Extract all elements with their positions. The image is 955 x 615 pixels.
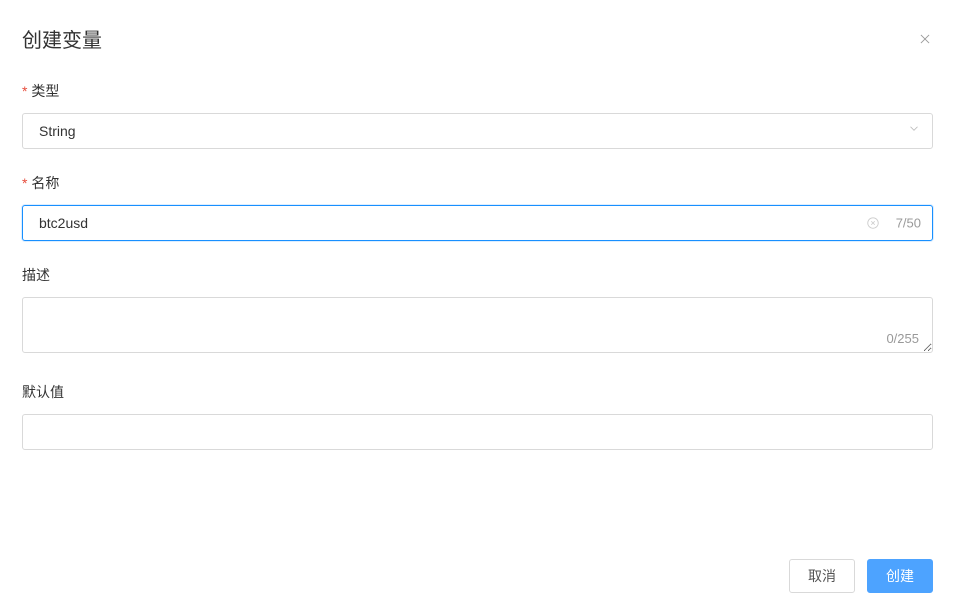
name-input[interactable] bbox=[22, 205, 933, 241]
cancel-button[interactable]: 取消 bbox=[789, 559, 855, 593]
modal-header: 创建变量 bbox=[22, 24, 933, 53]
form-field-type: 类型 bbox=[22, 81, 933, 149]
default-value-label: 默认值 bbox=[22, 382, 933, 402]
modal-footer: 取消 创建 bbox=[789, 559, 933, 593]
create-button[interactable]: 创建 bbox=[867, 559, 933, 593]
description-wrapper: 0/255 bbox=[22, 297, 933, 358]
clear-icon[interactable] bbox=[865, 215, 881, 231]
form-field-description: 描述 0/255 bbox=[22, 265, 933, 358]
form-field-name: 名称 7/50 bbox=[22, 173, 933, 241]
create-variable-modal: 创建变量 类型 名称 bbox=[0, 0, 955, 498]
description-counter: 0/255 bbox=[886, 331, 919, 346]
name-input-wrapper: 7/50 bbox=[22, 205, 933, 241]
description-label: 描述 bbox=[22, 265, 933, 285]
name-label: 名称 bbox=[22, 173, 933, 193]
type-select[interactable] bbox=[22, 113, 933, 149]
type-select-input[interactable] bbox=[22, 113, 933, 149]
form-field-default-value: 默认值 bbox=[22, 382, 933, 450]
type-label: 类型 bbox=[22, 81, 933, 101]
name-counter: 7/50 bbox=[896, 216, 921, 231]
modal-title: 创建变量 bbox=[22, 24, 102, 53]
default-value-input[interactable] bbox=[22, 414, 933, 450]
description-input[interactable] bbox=[22, 297, 933, 353]
close-icon[interactable] bbox=[917, 31, 933, 47]
